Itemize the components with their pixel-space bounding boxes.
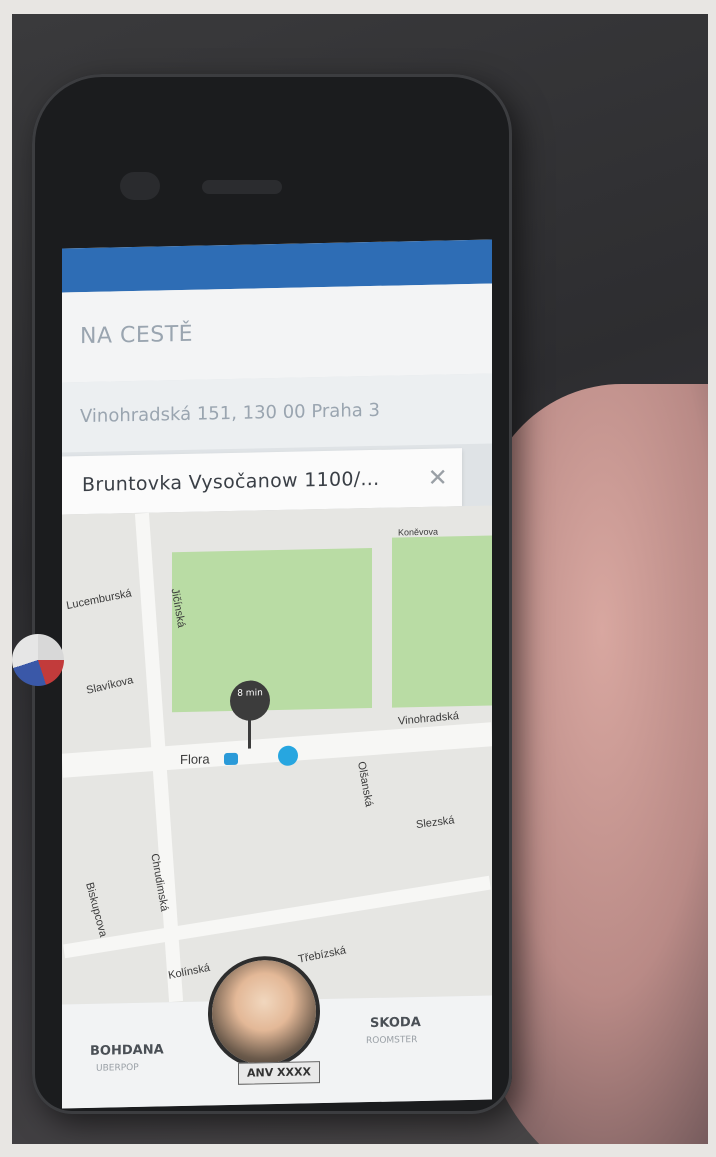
phone-frame: NA CESTĚ Vinohradská 151, 130 00 Praha 3… bbox=[32, 74, 512, 1114]
street-label: Slezská bbox=[415, 814, 456, 832]
metro-icon bbox=[224, 752, 238, 766]
license-plate: ANV XXXX bbox=[238, 1061, 320, 1085]
street-label: Koněvova bbox=[398, 526, 439, 538]
car-model: SKODA bbox=[370, 1014, 421, 1032]
sticker-badge bbox=[12, 634, 64, 686]
park-area bbox=[392, 535, 492, 708]
map-view[interactable]: Lucemburská Jičínská Slavíkova Vinohrads… bbox=[62, 505, 492, 1005]
road bbox=[62, 722, 492, 778]
car-subtitle: ROOMSTER bbox=[366, 1035, 418, 1047]
destination-field[interactable]: Bruntovka Vysočanow 1100/... ✕ bbox=[62, 448, 462, 515]
front-camera bbox=[120, 172, 160, 200]
road bbox=[63, 875, 491, 959]
earpiece-speaker bbox=[202, 180, 282, 194]
driver-location-icon bbox=[278, 745, 298, 766]
street-label: Olšanská bbox=[355, 760, 375, 808]
destination-text: Bruntovka Vysočanow 1100/... bbox=[82, 467, 380, 497]
origin-address[interactable]: Vinohradská 151, 130 00 Praha 3 bbox=[62, 373, 492, 453]
eta-pin[interactable]: 8 min bbox=[230, 680, 270, 721]
street-label: Lucemburská bbox=[65, 587, 133, 613]
close-icon[interactable]: ✕ bbox=[428, 448, 448, 506]
park-area bbox=[172, 548, 372, 713]
driver-avatar[interactable] bbox=[212, 959, 316, 1066]
driver-service: UBERPOP bbox=[96, 1062, 139, 1074]
phone-screen: NA CESTĚ Vinohradská 151, 130 00 Praha 3… bbox=[62, 239, 492, 1109]
street-label: Flora bbox=[180, 751, 210, 768]
driver-name: BOHDANA bbox=[90, 1042, 164, 1059]
hand bbox=[482, 384, 708, 1144]
street-label: Třebízská bbox=[297, 944, 347, 966]
photo-background: NA CESTĚ Vinohradská 151, 130 00 Praha 3… bbox=[12, 14, 708, 1144]
street-label: Slavíkova bbox=[85, 674, 135, 697]
eta-pin-label: 8 min bbox=[237, 688, 263, 699]
driver-panel: BOHDANA UBERPOP ANV XXXX SKODA ROOMSTER bbox=[62, 959, 492, 1109]
street-label: Biskupcova bbox=[83, 881, 110, 939]
eta-pin-tail bbox=[248, 718, 251, 749]
trip-status-title: NA CESTĚ bbox=[62, 283, 492, 383]
